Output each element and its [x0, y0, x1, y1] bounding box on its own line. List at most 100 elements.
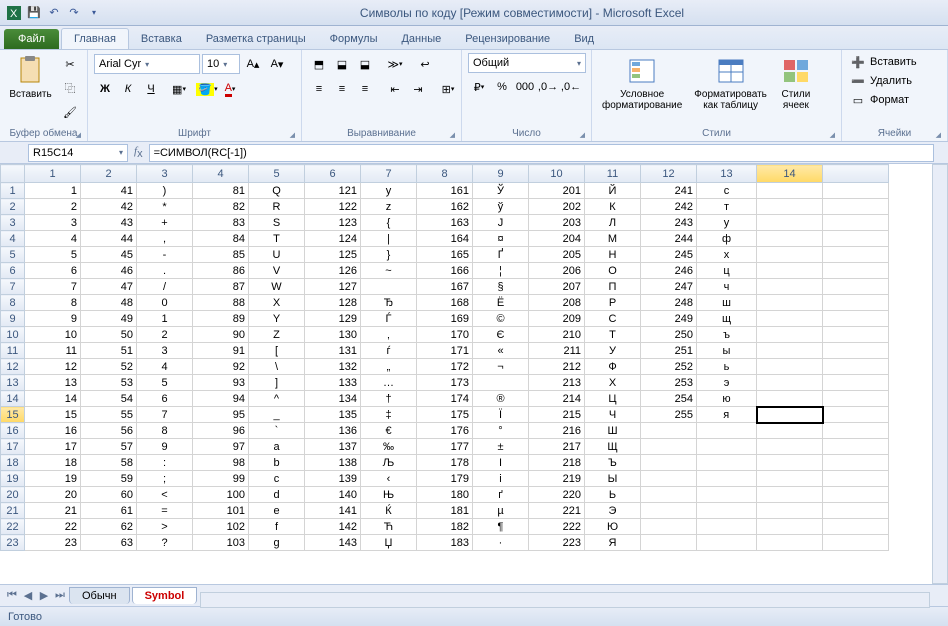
col-header[interactable]: 2	[81, 165, 137, 183]
active-cell[interactable]	[757, 407, 823, 423]
row-header[interactable]: 11	[1, 343, 25, 359]
cell[interactable]: 123	[305, 215, 361, 231]
cell[interactable]: 84	[193, 231, 249, 247]
cell[interactable]	[757, 263, 823, 279]
align-right-icon[interactable]: ≡	[354, 78, 376, 100]
cell[interactable]: 11	[25, 343, 81, 359]
cell[interactable]: т	[697, 199, 757, 215]
cell[interactable]: 52	[81, 359, 137, 375]
cell[interactable]: щ	[697, 311, 757, 327]
insert-cells-button[interactable]: ➕Вставить	[848, 53, 919, 71]
align-left-icon[interactable]: ≡	[308, 78, 330, 100]
cell[interactable]: :	[137, 455, 193, 471]
cell[interactable]: \	[249, 359, 305, 375]
percent-icon[interactable]: %	[491, 76, 513, 98]
cell[interactable]: 101	[193, 503, 249, 519]
cell[interactable]: 6	[25, 263, 81, 279]
decrease-decimal-icon[interactable]: ,0←	[560, 76, 582, 98]
row-header[interactable]: 18	[1, 455, 25, 471]
cell[interactable]: 48	[81, 295, 137, 311]
cell[interactable]: 161	[417, 183, 473, 199]
cell[interactable]: .	[137, 263, 193, 279]
cell[interactable]: 170	[417, 327, 473, 343]
col-header[interactable]: 5	[249, 165, 305, 183]
indent-increase-icon[interactable]: ⇥	[407, 78, 429, 100]
cell[interactable]: Ъ	[585, 455, 641, 471]
cell[interactable]: 47	[81, 279, 137, 295]
cell[interactable]: …	[361, 375, 417, 391]
cell[interactable]: 2	[137, 327, 193, 343]
cell[interactable]: 0	[137, 295, 193, 311]
row-header[interactable]: 16	[1, 423, 25, 439]
tab-insert[interactable]: Вставка	[129, 29, 194, 49]
cell[interactable]: 3	[137, 343, 193, 359]
cell[interactable]	[757, 311, 823, 327]
cell[interactable]: W	[249, 279, 305, 295]
cell[interactable]: 82	[193, 199, 249, 215]
cell[interactable]: 141	[305, 503, 361, 519]
cell[interactable]: ±	[473, 439, 529, 455]
cell[interactable]	[641, 487, 697, 503]
cell[interactable]: Р	[585, 295, 641, 311]
cell[interactable]: 90	[193, 327, 249, 343]
sheet-tab-1[interactable]: Обычн	[69, 587, 130, 604]
col-header[interactable]: 6	[305, 165, 361, 183]
cell[interactable]: §	[473, 279, 529, 295]
cell[interactable]: 207	[529, 279, 585, 295]
row-header[interactable]: 6	[1, 263, 25, 279]
cell[interactable]	[757, 519, 823, 535]
cell[interactable]: 89	[193, 311, 249, 327]
tab-data[interactable]: Данные	[389, 29, 453, 49]
col-header[interactable]: 8	[417, 165, 473, 183]
cell[interactable]: Ј	[473, 215, 529, 231]
cell[interactable]: 213	[529, 375, 585, 391]
cell[interactable]: Ў	[473, 183, 529, 199]
cell[interactable]: 125	[305, 247, 361, 263]
cell[interactable]: 131	[305, 343, 361, 359]
cell[interactable]: 164	[417, 231, 473, 247]
cell[interactable]	[641, 535, 697, 551]
cell[interactable]	[823, 487, 889, 503]
cell[interactable]: ґ	[473, 487, 529, 503]
cell[interactable]: «	[473, 343, 529, 359]
currency-icon[interactable]: ₽▾	[468, 76, 490, 98]
cell[interactable]: [	[249, 343, 305, 359]
redo-icon[interactable]: ↷	[66, 5, 82, 21]
cell[interactable]	[823, 199, 889, 215]
cell[interactable]: Џ	[361, 535, 417, 551]
cell[interactable]	[757, 439, 823, 455]
cell[interactable]: 81	[193, 183, 249, 199]
cell[interactable]: П	[585, 279, 641, 295]
cut-icon[interactable]: ✂	[59, 53, 81, 75]
cell[interactable]: 205	[529, 247, 585, 263]
cell[interactable]: 43	[81, 215, 137, 231]
cell[interactable]: Є	[473, 327, 529, 343]
sheet-nav-next-icon[interactable]: ▶	[36, 589, 52, 602]
font-size-combo[interactable]: 10▾	[202, 54, 240, 74]
sheet-nav-prev-icon[interactable]: ◀	[20, 589, 36, 602]
col-header[interactable]: 4	[193, 165, 249, 183]
cell[interactable]: 139	[305, 471, 361, 487]
col-header[interactable]: 10	[529, 165, 585, 183]
cell[interactable]	[823, 327, 889, 343]
horizontal-scrollbar[interactable]	[200, 592, 930, 608]
cell[interactable]: *	[137, 199, 193, 215]
cell[interactable]	[823, 375, 889, 391]
cell[interactable]: 202	[529, 199, 585, 215]
cell[interactable]: ш	[697, 295, 757, 311]
cell[interactable]: °	[473, 423, 529, 439]
cell[interactable]: 177	[417, 439, 473, 455]
cell[interactable]: 21	[25, 503, 81, 519]
shrink-font-icon[interactable]: A▾	[266, 53, 288, 75]
cell[interactable]: 163	[417, 215, 473, 231]
cell[interactable]: 63	[81, 535, 137, 551]
cell[interactable]: Ц	[585, 391, 641, 407]
cell[interactable]	[823, 455, 889, 471]
cell[interactable]: 9	[25, 311, 81, 327]
cell[interactable]: 219	[529, 471, 585, 487]
row-header[interactable]: 2	[1, 199, 25, 215]
cell[interactable]	[641, 503, 697, 519]
cell[interactable]: 201	[529, 183, 585, 199]
cell[interactable]: 92	[193, 359, 249, 375]
cell[interactable]: <	[137, 487, 193, 503]
